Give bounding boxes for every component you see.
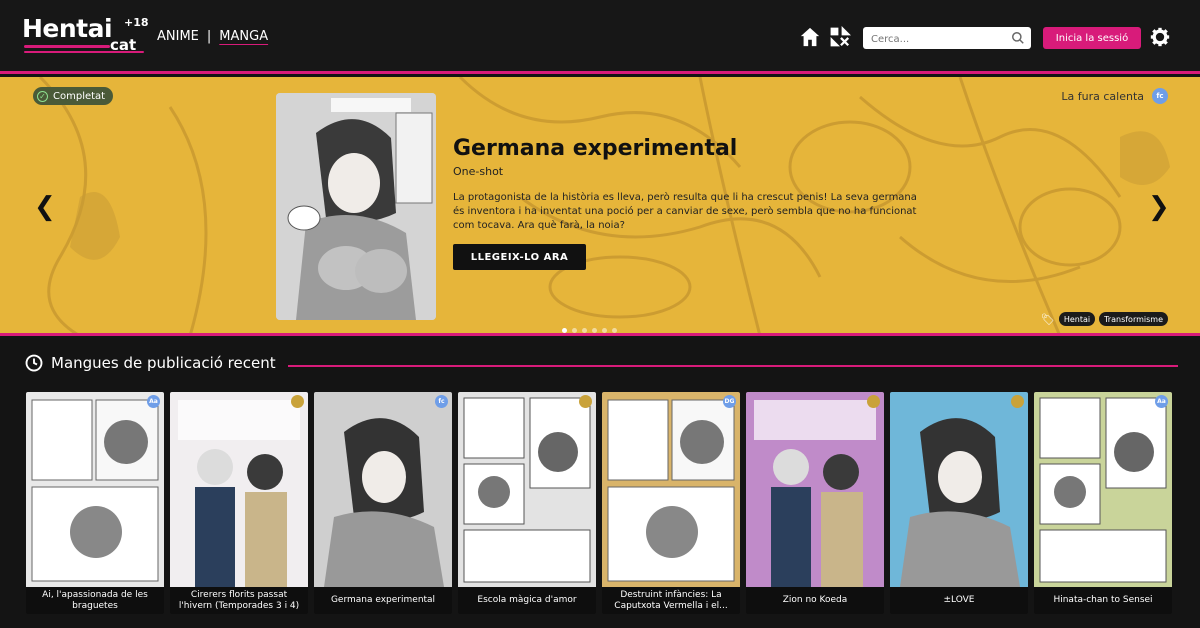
- fansub-badge: DG: [723, 395, 736, 408]
- home-icon[interactable]: [799, 26, 821, 48]
- carousel-dot[interactable]: [572, 328, 577, 333]
- manga-card-title[interactable]: ±LOVE: [890, 587, 1028, 614]
- read-now-button[interactable]: LLEGEIX-LO ARA: [453, 244, 586, 270]
- manga-card-title[interactable]: Germana experimental: [314, 587, 452, 614]
- tag-chip[interactable]: Transformisme: [1099, 312, 1168, 326]
- fansub-badge: Aa: [147, 395, 160, 408]
- logo-underline-2: [24, 51, 144, 53]
- status-badge: ✓ Completat: [33, 87, 114, 105]
- carousel-dot[interactable]: [562, 328, 567, 333]
- site-header: Hentai +18 cat ANIME | MANGA Inicia la s…: [0, 0, 1200, 74]
- manga-card[interactable]: fc Germana experimental: [314, 392, 452, 614]
- manga-card[interactable]: Aa Ai, l'apassionada de les braguetes: [26, 392, 164, 614]
- fansub-name: La fura calenta: [1061, 89, 1144, 103]
- recent-manga-list: Aa Ai, l'apassionada de les braguetes Cire…: [26, 392, 1172, 614]
- manga-cover-image[interactable]: [746, 392, 884, 587]
- main-nav: ANIME | MANGA: [157, 29, 268, 44]
- nav-anime[interactable]: ANIME: [157, 29, 199, 44]
- fansub-badge: [867, 395, 880, 408]
- site-logo[interactable]: Hentai +18 cat: [22, 14, 149, 58]
- manga-cover-image[interactable]: [26, 392, 164, 587]
- status-label: Completat: [53, 90, 106, 102]
- manga-cover-image[interactable]: [314, 392, 452, 587]
- tag-chip[interactable]: Hentai: [1058, 312, 1096, 326]
- manga-cover-image[interactable]: [1034, 392, 1172, 587]
- section-divider: [288, 365, 1178, 367]
- featured-tags: 🏷 Hentai Transformisme: [1041, 312, 1168, 326]
- logo-mark: +18: [124, 16, 149, 29]
- manga-card[interactable]: Zion no Koeda: [746, 392, 884, 614]
- carousel-dot[interactable]: [602, 328, 607, 333]
- manga-card-title[interactable]: Zion no Koeda: [746, 587, 884, 614]
- fansub-badge: [291, 395, 304, 408]
- fansub-badge: fc: [435, 395, 448, 408]
- featured-description: La protagonista de la història es lleva,…: [453, 192, 917, 231]
- manga-card-title[interactable]: Hinata-chan to Sensei: [1034, 587, 1172, 614]
- manga-card-title[interactable]: Ai, l'apassionada de les braguetes: [26, 587, 164, 614]
- manga-card[interactable]: ±LOVE: [890, 392, 1028, 614]
- manga-cover-image[interactable]: [170, 392, 308, 587]
- carousel-next-icon[interactable]: ❯: [1148, 192, 1170, 222]
- search-box: [863, 27, 1031, 51]
- carousel-dot[interactable]: [592, 328, 597, 333]
- random-icon[interactable]: [829, 26, 851, 48]
- fansub-badge: [579, 395, 592, 408]
- featured-cover-image[interactable]: [276, 93, 436, 320]
- carousel-dot[interactable]: [582, 328, 587, 333]
- manga-card[interactable]: Cirerers florits passat l'hivern (Tempor…: [170, 392, 308, 614]
- section-title: Mangues de publicació recent: [51, 354, 276, 372]
- manga-card-title[interactable]: Escola màgica d'amor: [458, 587, 596, 614]
- tag-icon: 🏷: [1040, 312, 1055, 326]
- search-input[interactable]: [863, 28, 1003, 51]
- carousel-prev-icon[interactable]: ❮: [34, 192, 56, 222]
- check-icon: ✓: [37, 90, 48, 102]
- fansub-info[interactable]: La fura calenta fc: [1061, 88, 1168, 104]
- fansub-badge: Aa: [1155, 395, 1168, 408]
- clock-icon: [25, 354, 43, 372]
- nav-separator: |: [206, 29, 212, 44]
- manga-cover-image[interactable]: [458, 392, 596, 587]
- manga-card[interactable]: Escola màgica d'amor: [458, 392, 596, 614]
- featured-type: One-shot: [453, 165, 504, 178]
- carousel-dot[interactable]: [612, 328, 617, 333]
- logo-underline: [24, 45, 110, 48]
- manga-card-title[interactable]: Cirerers florits passat l'hivern (Tempor…: [170, 587, 308, 614]
- fansub-badge: fc: [1152, 88, 1168, 104]
- manga-cover-image[interactable]: [890, 392, 1028, 587]
- manga-card[interactable]: Aa Hinata-chan to Sensei: [1034, 392, 1172, 614]
- nav-manga[interactable]: MANGA: [219, 29, 268, 44]
- manga-card[interactable]: DG Destruint infàncies: La Caputxota Verm…: [602, 392, 740, 614]
- fansub-badge: [1011, 395, 1024, 408]
- carousel-dots: [562, 328, 617, 333]
- gear-icon[interactable]: [1150, 27, 1170, 47]
- featured-title[interactable]: Germana experimental: [453, 136, 737, 161]
- manga-card-title[interactable]: Destruint infàncies: La Caputxota Vermel…: [602, 587, 740, 614]
- logo-text: Hentai: [22, 14, 113, 43]
- section-heading: Mangues de publicació recent: [25, 354, 276, 372]
- manga-cover-image[interactable]: [602, 392, 740, 587]
- search-icon[interactable]: [1011, 31, 1025, 45]
- login-button[interactable]: Inicia la sessió: [1043, 27, 1141, 49]
- featured-carousel: ✓ Completat La fura calenta fc ❮ ❯ Germa…: [0, 77, 1200, 336]
